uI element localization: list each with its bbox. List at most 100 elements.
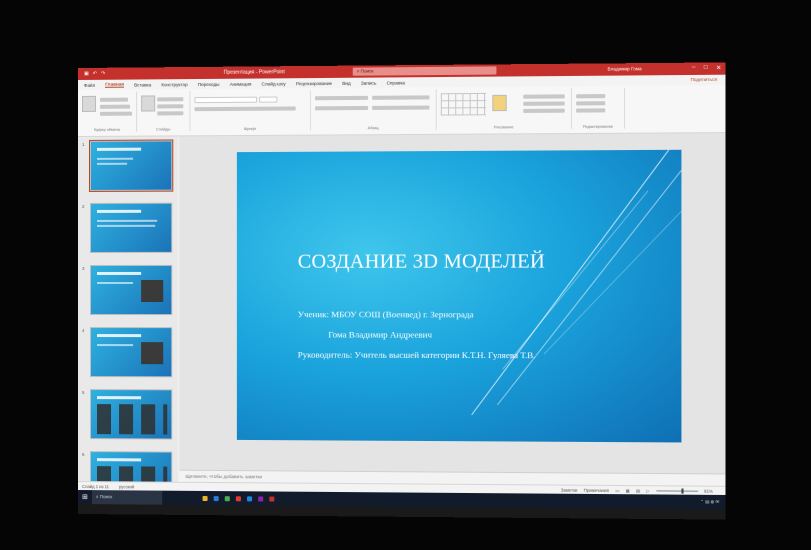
ribbon-tab[interactable]: Вставка	[134, 82, 151, 87]
decorative-lines	[237, 150, 682, 443]
group-drawing: Рисование	[436, 88, 572, 130]
user-name[interactable]: Владимир Гома	[607, 66, 641, 71]
copy-button[interactable]	[100, 104, 131, 109]
zoom-knob[interactable]	[681, 488, 684, 494]
thumb-text	[97, 157, 134, 160]
ribbon-tab[interactable]: Переходы	[198, 81, 220, 86]
cut-button[interactable]	[100, 97, 129, 102]
monitor: ▣ ↶ ↷ Презентация - PowerPoint ⌕ Поиск В…	[78, 62, 726, 520]
format-painter-button[interactable]	[100, 111, 133, 116]
current-slide[interactable]: СОЗДАНИЕ 3D МОДЕЛЕЙ Ученик: МБОУ СОШ (Во…	[236, 149, 682, 443]
ribbon-tab[interactable]: Главная	[105, 81, 125, 88]
text-direction-button[interactable]	[372, 95, 430, 100]
notes-button[interactable]: Заметки	[561, 488, 578, 493]
zoom-level[interactable]: 91%	[704, 489, 713, 494]
shapes-gallery[interactable]	[440, 92, 487, 116]
slide-thumbnail-4[interactable]: 4	[82, 327, 173, 378]
minimize-icon[interactable]: –	[692, 65, 696, 72]
group-editing: Редактирование	[571, 87, 626, 129]
group-label: Буфер обмена	[94, 127, 120, 132]
replace-button[interactable]	[576, 101, 606, 106]
group-clipboard: Буфер обмена	[78, 91, 138, 132]
layout-button[interactable]	[157, 97, 184, 102]
ribbon-tab[interactable]: Справка	[387, 80, 405, 85]
group-label: Абзац	[367, 126, 379, 131]
search-box[interactable]: ⌕ Поиск	[352, 66, 497, 76]
system-tray[interactable]: ⌃ ▤ ◍ ✉	[700, 499, 719, 504]
maximize-icon[interactable]: □	[704, 65, 708, 72]
thumb-text	[97, 162, 128, 165]
ribbon-tab[interactable]: Анимация	[230, 81, 252, 86]
store-icon[interactable]	[224, 495, 230, 501]
comments-button[interactable]: Примечания	[584, 488, 609, 493]
student-line[interactable]: Ученик: МБОУ СОШ (Военвед) г. Зернограда	[298, 309, 474, 319]
app-icon[interactable]	[235, 495, 241, 501]
thumb-images	[97, 404, 168, 435]
save-icon[interactable]: ▣	[84, 71, 89, 77]
slide-thumbnail-1[interactable]: 1	[82, 139, 174, 192]
thumb-title	[97, 271, 142, 275]
slide-number: 6	[81, 452, 85, 458]
windows-start-icon[interactable]: ⊞	[78, 493, 92, 501]
font-size-select[interactable]	[259, 96, 278, 103]
close-icon[interactable]: ✕	[716, 64, 721, 72]
powerpoint-icon[interactable]	[269, 496, 275, 502]
window-title: Презентация - PowerPoint	[223, 69, 285, 76]
app-icon[interactable]	[258, 495, 264, 501]
group-label: Рисование	[493, 125, 514, 130]
font-format-buttons[interactable]	[194, 106, 296, 112]
find-button[interactable]	[576, 94, 606, 99]
ribbon-tab[interactable]: Конструктор	[161, 82, 187, 87]
edge-icon[interactable]	[213, 495, 219, 501]
shape-outline-button[interactable]	[523, 101, 565, 106]
thumb-images	[97, 466, 168, 482]
slide-thumbnail-5[interactable]: 5	[82, 389, 173, 440]
smartart-button[interactable]	[372, 105, 430, 110]
taskbar-search[interactable]: ⌕ Поиск	[91, 490, 163, 505]
group-slides: Слайды	[137, 91, 191, 132]
slide-thumbnail-3[interactable]: 3	[82, 264, 173, 316]
shape-effects-button[interactable]	[523, 108, 565, 113]
redo-icon[interactable]: ↷	[101, 71, 105, 77]
slide-thumbnail-pane: 1 2 3 4 5 6	[78, 136, 179, 482]
slide-title[interactable]: СОЗДАНИЕ 3D МОДЕЛЕЙ	[298, 250, 545, 274]
slideshow-icon[interactable]: ▷	[646, 488, 649, 493]
new-slide-icon[interactable]	[141, 95, 156, 112]
slide-number: 3	[81, 265, 85, 271]
shape-fill-button[interactable]	[523, 94, 565, 99]
ribbon-tab[interactable]: Запись	[361, 80, 376, 85]
slide-number: 5	[81, 390, 85, 396]
slide-number: 1	[81, 141, 85, 147]
thumb-title	[97, 458, 142, 462]
group-label: Слайды	[156, 127, 171, 132]
paste-icon[interactable]	[81, 95, 97, 112]
ribbon-tab[interactable]: Вид	[342, 80, 350, 85]
slide-number: 2	[81, 203, 85, 209]
reset-button[interactable]	[157, 104, 184, 109]
slide-thumbnail-2[interactable]: 2	[82, 202, 173, 253]
language-indicator[interactable]: русский	[119, 484, 134, 489]
ribbon-tab[interactable]: Слайд-шоу	[262, 81, 286, 86]
font-family-select[interactable]	[194, 96, 258, 104]
explorer-icon[interactable]	[202, 495, 208, 501]
thumb-text	[97, 281, 134, 284]
ribbon-tab[interactable]: Файл	[84, 82, 95, 87]
slide-number: 4	[81, 328, 85, 334]
share-button[interactable]: Поделиться	[690, 77, 717, 82]
sorter-view-icon[interactable]: ▦	[625, 488, 629, 493]
undo-icon[interactable]: ↶	[93, 71, 97, 77]
reading-view-icon[interactable]: ▤	[636, 488, 640, 493]
ribbon-tab[interactable]: Рецензирование	[296, 80, 332, 85]
arrange-icon[interactable]	[492, 94, 507, 112]
student-name[interactable]: Гома Владимир Андреевич	[328, 329, 432, 339]
select-button[interactable]	[576, 108, 606, 113]
normal-view-icon[interactable]: ▭	[615, 488, 619, 493]
app-icon[interactable]	[246, 495, 253, 501]
list-buttons[interactable]	[315, 95, 369, 101]
search-placeholder: Поиск	[360, 68, 374, 74]
align-buttons[interactable]	[315, 105, 369, 111]
section-button[interactable]	[157, 111, 184, 116]
supervisor-line[interactable]: Руководитель: Учитель высшей категории К…	[298, 349, 536, 360]
zoom-slider[interactable]	[655, 488, 698, 494]
slide-thumbnail-6[interactable]: 6	[82, 451, 173, 482]
